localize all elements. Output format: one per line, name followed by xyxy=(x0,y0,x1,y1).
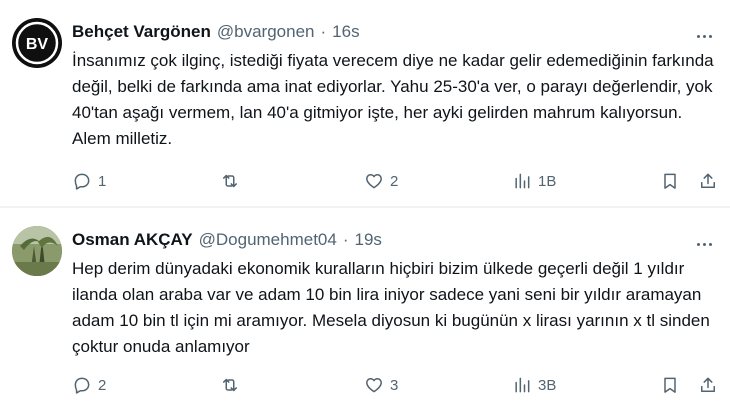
views-chart-icon xyxy=(515,173,530,189)
timestamp[interactable]: 16s xyxy=(332,22,359,42)
separator: · xyxy=(342,230,349,249)
views-count: 3B xyxy=(538,376,557,394)
bookmark-button[interactable] xyxy=(660,372,680,398)
tweet-text: Hep derim dünyadaki ekonomik kuralların … xyxy=(72,259,710,356)
views-count: 1B xyxy=(538,172,557,190)
user-handle[interactable]: @Dogumehmet04 xyxy=(199,230,337,250)
share-icon xyxy=(701,173,715,188)
tweet-card[interactable]: BV Behçet Vargönen @bvargonen · 16s İnsa… xyxy=(0,0,730,207)
avatar[interactable] xyxy=(12,226,62,276)
like-button[interactable]: 3 xyxy=(364,372,398,398)
reply-count: 1 xyxy=(98,172,107,190)
action-bar: 1 2 1B xyxy=(72,168,722,194)
like-count: 3 xyxy=(390,376,399,394)
avatar[interactable]: BV xyxy=(12,18,62,68)
bookmark-icon xyxy=(664,377,676,393)
tweet-card[interactable]: Osman AKÇAY @Dogumehmet04 · 19s Hep deri… xyxy=(0,208,730,420)
more-dots-icon[interactable] xyxy=(692,232,716,256)
more-dots-icon[interactable] xyxy=(692,24,716,48)
display-name[interactable]: Behçet Vargönen xyxy=(72,22,211,42)
avatar-logo: BV xyxy=(15,21,59,65)
like-button[interactable]: 2 xyxy=(364,168,398,194)
views-chart-icon xyxy=(515,377,530,393)
tweet-header: Osman AKÇAY @Dogumehmet04 · 19s xyxy=(72,230,382,250)
like-count: 2 xyxy=(390,172,399,190)
retweet-button[interactable] xyxy=(220,168,246,194)
heart-icon xyxy=(366,378,382,393)
share-button[interactable] xyxy=(698,372,718,398)
share-icon xyxy=(701,377,715,392)
bookmark-button[interactable] xyxy=(660,168,680,194)
action-bar: 2 3 3B xyxy=(72,372,722,398)
reply-button[interactable]: 2 xyxy=(72,372,106,398)
separator: · xyxy=(320,22,327,41)
reply-icon xyxy=(74,377,90,394)
avatar-photo xyxy=(12,226,62,276)
views-button[interactable]: 3B xyxy=(512,372,556,398)
avatar-monogram: BV xyxy=(26,36,49,53)
views-button[interactable]: 1B xyxy=(512,168,556,194)
reply-icon xyxy=(74,173,90,190)
display-name[interactable]: Osman AKÇAY xyxy=(72,230,193,250)
heart-icon xyxy=(366,174,382,189)
retweet-icon xyxy=(223,378,237,392)
tweet-text: İnsanımız çok ilginç, istediği fiyata ve… xyxy=(72,51,714,148)
bookmark-icon xyxy=(664,173,676,189)
retweet-button[interactable] xyxy=(220,372,246,398)
retweet-icon xyxy=(223,174,237,188)
reply-count: 2 xyxy=(98,376,107,394)
user-handle[interactable]: @bvargonen xyxy=(217,22,315,42)
timestamp[interactable]: 19s xyxy=(355,230,382,250)
reply-button[interactable]: 1 xyxy=(72,168,106,194)
tweet-header: Behçet Vargönen @bvargonen · 16s xyxy=(72,22,360,42)
share-button[interactable] xyxy=(698,168,718,194)
